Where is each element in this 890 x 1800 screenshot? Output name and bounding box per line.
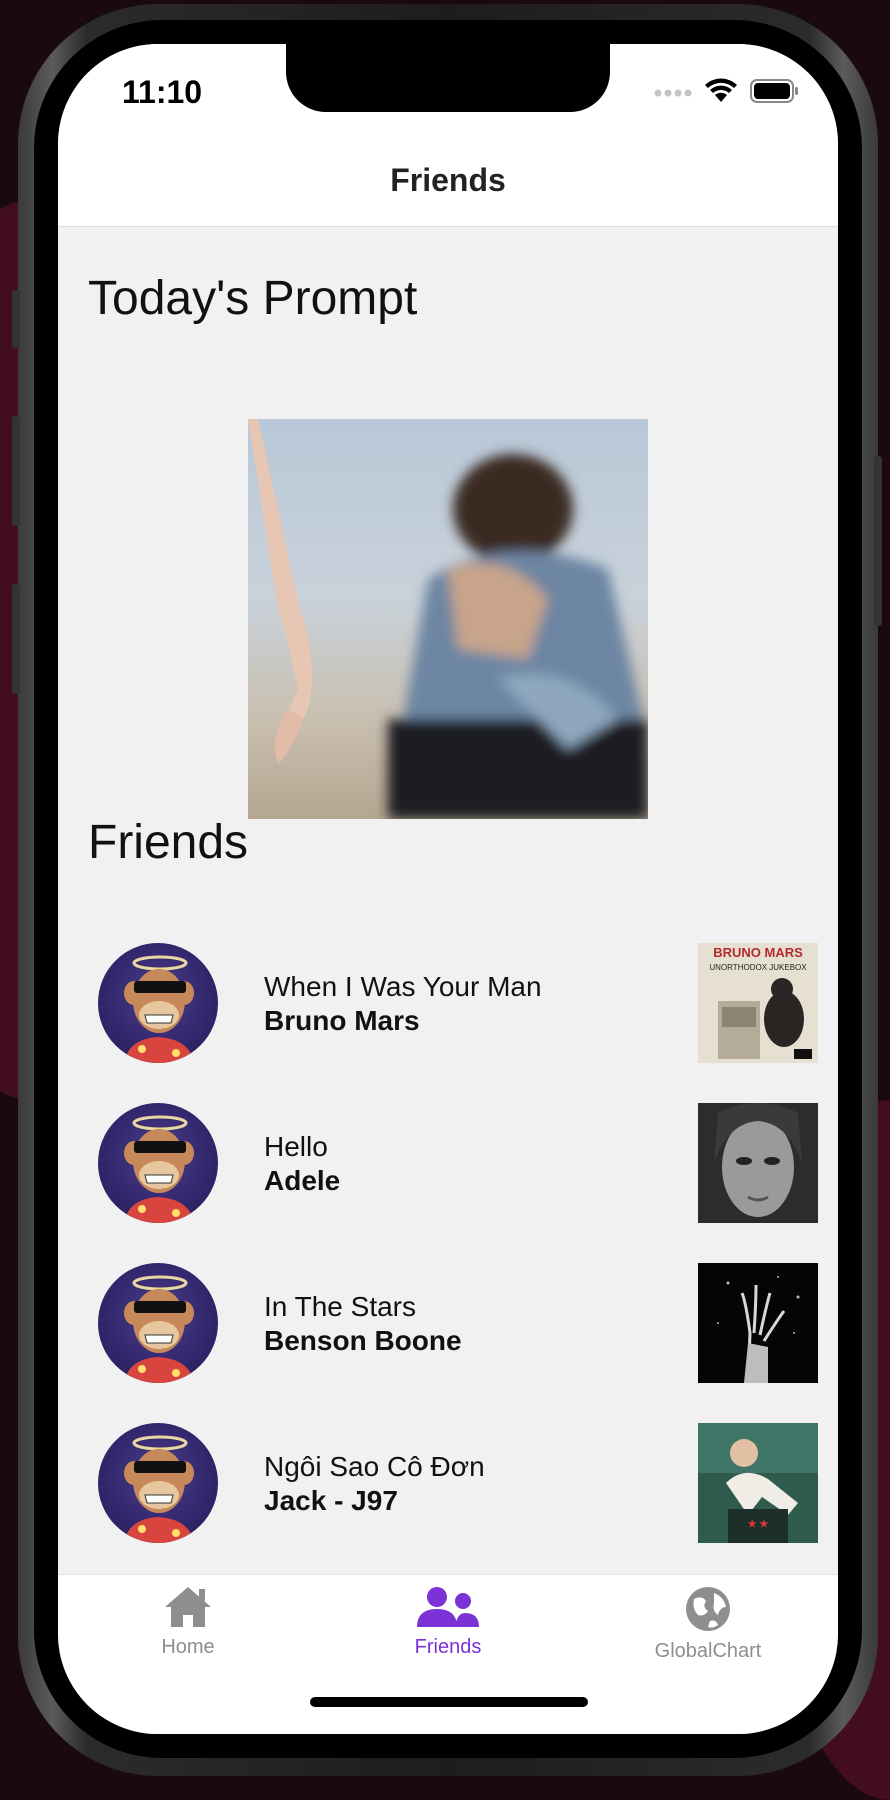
home-icon bbox=[163, 1587, 213, 1633]
friend-avatar[interactable] bbox=[98, 1423, 218, 1543]
cellular-dots-icon bbox=[654, 85, 692, 103]
prompt-heading: Today's Prompt bbox=[88, 272, 418, 325]
tab-friends[interactable]: Friends bbox=[348, 1585, 548, 1659]
notch bbox=[286, 44, 610, 112]
volume-down-button bbox=[12, 584, 20, 694]
tab-bar: Home Friends GlobalChart bbox=[58, 1574, 838, 1734]
power-button bbox=[874, 456, 882, 626]
album-cover[interactable]: ★ ★ bbox=[698, 1423, 818, 1543]
svg-text:★ ★: ★ ★ bbox=[748, 1519, 769, 1530]
album-cover[interactable] bbox=[698, 1103, 818, 1223]
status-icons bbox=[654, 78, 800, 109]
friend-song-title: Ngôi Sao Cô Đơn bbox=[264, 1451, 485, 1482]
wifi-icon bbox=[704, 78, 738, 109]
status-time: 11:10 bbox=[122, 74, 203, 110]
tab-globalchart-label: GlobalChart bbox=[654, 1640, 762, 1662]
home-indicator[interactable] bbox=[310, 1697, 588, 1707]
cover-title-text: BRUNO MARS bbox=[713, 945, 803, 960]
friend-avatar[interactable] bbox=[98, 1263, 218, 1383]
globe-icon bbox=[684, 1587, 732, 1637]
prompt-image bbox=[248, 419, 648, 819]
friend-row[interactable]: Hello Adele bbox=[58, 1103, 838, 1243]
friend-row[interactable]: Ngôi Sao Cô Đơn Jack - J97 ★ ★ bbox=[58, 1423, 838, 1563]
friend-artist-name: Jack - J97 bbox=[264, 1485, 398, 1516]
app-screen: 11:10 Friends Today's Prompt Friends Whe… bbox=[58, 44, 838, 1734]
silent-switch bbox=[12, 290, 20, 348]
friend-artist-name: Adele bbox=[264, 1165, 341, 1196]
nav-title: Friends bbox=[390, 162, 506, 198]
friend-song-title: When I Was Your Man bbox=[264, 971, 542, 1002]
volume-up-button bbox=[12, 416, 20, 526]
tab-home[interactable]: Home bbox=[88, 1585, 288, 1659]
friends-heading: Friends bbox=[88, 816, 249, 869]
friend-song-title: In The Stars bbox=[264, 1291, 417, 1322]
friend-avatar[interactable] bbox=[98, 943, 218, 1063]
friend-song-title: Hello bbox=[264, 1131, 328, 1162]
users-icon bbox=[415, 1587, 481, 1633]
cover-subtitle-text: UNORTHODOX JUKEBOX bbox=[709, 963, 807, 972]
album-cover[interactable] bbox=[698, 1263, 818, 1383]
friend-artist-name: Benson Boone bbox=[264, 1325, 462, 1356]
tab-friends-label: Friends bbox=[414, 1636, 482, 1658]
friend-row[interactable]: When I Was Your Man Bruno Mars BRUNO MAR… bbox=[58, 943, 838, 1083]
friend-artist-name: Bruno Mars bbox=[264, 1005, 420, 1036]
tab-home-label: Home bbox=[161, 1636, 215, 1658]
battery-icon bbox=[750, 79, 800, 108]
friends-scroll-content[interactable]: Today's Prompt Friends When I Was Your M… bbox=[58, 227, 838, 1574]
navigation-bar: Friends bbox=[58, 144, 838, 227]
friend-row[interactable]: In The Stars Benson Boone bbox=[58, 1263, 838, 1403]
album-cover[interactable]: BRUNO MARS UNORTHODOX JUKEBOX bbox=[698, 943, 818, 1063]
tab-globalchart[interactable]: GlobalChart bbox=[608, 1585, 808, 1663]
friend-avatar[interactable] bbox=[98, 1103, 218, 1223]
